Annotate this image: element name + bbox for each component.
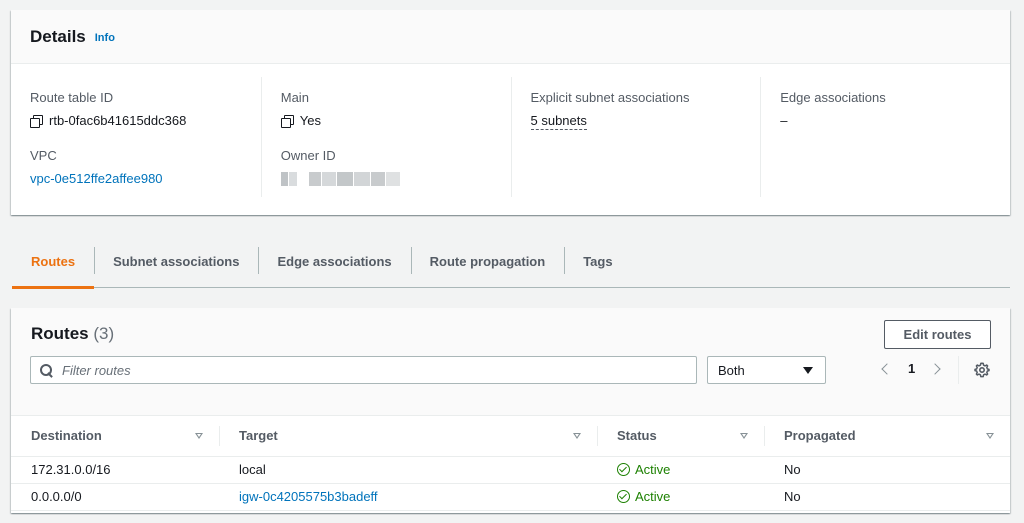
copy-icon[interactable]	[30, 115, 43, 128]
route-table-id-label: Route table ID	[30, 90, 114, 105]
search-icon	[40, 363, 53, 377]
tab-tags[interactable]: Tags	[564, 236, 631, 287]
propagated-cell: No	[764, 483, 1010, 511]
routes-title: Routes (3)	[31, 324, 114, 344]
main-text: Yes	[299, 113, 321, 128]
main-value: Yes	[280, 112, 511, 130]
routes-panel: Routes (3) Edit routes Filter routes Bot…	[11, 308, 1010, 513]
tab-bar: Routes Subnet associations Edge associat…	[12, 236, 1010, 289]
routes-header: Routes (3) Edit routes Filter routes Bot…	[11, 308, 1010, 416]
vpc-link[interactable]: vpc-0e512ffe2affee980	[30, 170, 261, 188]
details-column-4: Edge associations –	[760, 77, 1010, 197]
explicit-subnet-text[interactable]: 5 subnets	[530, 113, 587, 130]
destination-cell: 172.31.0.0/16	[11, 456, 219, 484]
gear-icon[interactable]	[974, 362, 990, 378]
target-link[interactable]: igw-0c4205575b3badeff	[219, 483, 597, 511]
details-column-2: Main Yes Owner ID	[260, 77, 511, 197]
filter-placeholder: Filter routes	[62, 362, 131, 378]
tab-edge-associations[interactable]: Edge associations	[258, 236, 410, 287]
column-label: Propagated	[784, 428, 856, 444]
table-row[interactable]: 0.0.0.0/0 igw-0c4205575b3badeff Active N…	[11, 483, 1010, 511]
edge-associations-label: Edge associations	[780, 90, 886, 105]
routes-count: (3)	[93, 324, 115, 343]
page-number[interactable]: 1	[908, 361, 915, 376]
chevron-right-icon[interactable]	[929, 362, 941, 375]
sort-icon[interactable]	[573, 432, 581, 439]
filter-routes-input[interactable]: Filter routes	[30, 356, 697, 384]
explicit-subnet-label: Explicit subnet associations	[530, 90, 690, 105]
details-panel: Details Info Route table ID rtb-0fac6b41…	[11, 10, 1010, 215]
sort-icon[interactable]	[740, 432, 748, 439]
route-table-id-text: rtb-0fac6b41615ddc368	[49, 113, 187, 128]
column-header-destination[interactable]: Destination	[11, 416, 219, 457]
routes-table: Destination Target Status Propagated 172…	[11, 416, 1010, 511]
column-label: Destination	[31, 428, 102, 444]
owner-id-label: Owner ID	[280, 148, 336, 163]
main-label: Main	[280, 90, 309, 105]
status-ok-icon	[617, 463, 630, 476]
destination-cell: 0.0.0.0/0	[11, 483, 219, 511]
dropdown-caret-icon	[803, 366, 813, 374]
status-text: Active	[635, 462, 671, 477]
route-table-id-value: rtb-0fac6b41615ddc368	[30, 112, 261, 130]
table-row[interactable]: 172.31.0.0/16 local Active No	[11, 456, 1010, 484]
vpc-label: VPC	[30, 148, 57, 163]
explicit-subnet-value[interactable]: 5 subnets	[530, 112, 761, 130]
status-cell: Active	[597, 483, 764, 511]
details-column-1: Route table ID rtb-0fac6b41615ddc368 VPC…	[11, 77, 261, 197]
tab-route-propagation[interactable]: Route propagation	[410, 236, 565, 287]
chevron-left-icon[interactable]	[881, 362, 893, 375]
status-text: Active	[635, 489, 671, 504]
info-link[interactable]: Info	[95, 32, 115, 44]
column-header-target[interactable]: Target	[219, 416, 597, 457]
pager-divider	[958, 356, 959, 384]
sort-icon[interactable]	[195, 432, 203, 439]
owner-id-redacted	[280, 170, 511, 188]
tab-subnet-associations[interactable]: Subnet associations	[94, 236, 258, 287]
details-header: Details Info	[11, 10, 1010, 64]
tab-routes[interactable]: Routes	[12, 236, 95, 289]
edit-routes-button[interactable]: Edit routes	[884, 320, 991, 349]
sort-icon[interactable]	[986, 432, 994, 439]
column-header-status[interactable]: Status	[597, 416, 764, 457]
propagation-filter-select[interactable]: Both	[707, 356, 826, 384]
column-label: Target	[239, 428, 278, 444]
edge-associations-value: –	[780, 113, 788, 128]
copy-icon[interactable]	[280, 115, 294, 128]
column-label: Status	[617, 428, 657, 444]
column-header-propagated[interactable]: Propagated	[764, 416, 1010, 457]
select-value: Both	[718, 362, 745, 378]
propagated-cell: No	[764, 456, 1010, 484]
details-title: Details	[30, 26, 86, 46]
details-column-3: Explicit subnet associations 5 subnets	[510, 77, 761, 197]
target-cell: local	[219, 456, 597, 484]
routes-title-text: Routes	[31, 324, 89, 343]
status-ok-icon	[617, 490, 630, 503]
pagination: 1	[878, 361, 941, 376]
status-cell: Active	[597, 456, 764, 484]
